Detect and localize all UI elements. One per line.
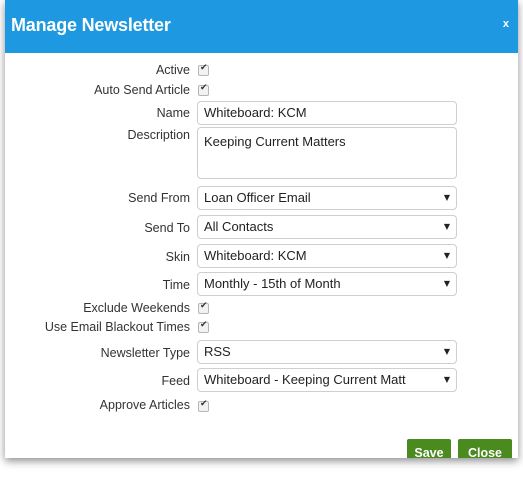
- send-from-select[interactable]: Loan Officer Email ▼: [197, 186, 457, 210]
- skin-select[interactable]: Whiteboard: KCM ▼: [197, 244, 457, 268]
- feed-select[interactable]: Whiteboard - Keeping Current Matt ▼: [197, 368, 457, 392]
- time-select[interactable]: Monthly - 15th of Month ▼: [197, 272, 457, 296]
- name-input[interactable]: Whiteboard: KCM: [197, 101, 457, 125]
- chevron-down-icon: ▼: [443, 279, 450, 288]
- skin-value: Whiteboard: KCM: [204, 248, 307, 263]
- save-button[interactable]: Save: [407, 439, 451, 458]
- exclude-weekends-checkbox[interactable]: [198, 301, 209, 314]
- chevron-down-icon: ▼: [443, 347, 450, 356]
- feed-label: Feed: [161, 374, 191, 388]
- approve-articles-label: Approve Articles: [99, 398, 190, 412]
- send-from-value: Loan Officer Email: [204, 190, 311, 205]
- chevron-down-icon: ▼: [443, 375, 450, 384]
- time-value: Monthly - 15th of Month: [204, 276, 341, 291]
- time-label: Time: [162, 278, 190, 292]
- manage-newsletter-dialog: Manage Newsletter x Active Auto Send Art…: [5, 0, 518, 458]
- send-to-value: All Contacts: [204, 219, 274, 234]
- chevron-down-icon: ▼: [443, 251, 450, 260]
- use-email-blackout-times-checkbox[interactable]: [198, 320, 209, 333]
- description-label: Description: [127, 128, 190, 142]
- skin-label: Skin: [165, 250, 190, 264]
- close-button[interactable]: Close: [458, 439, 512, 458]
- newsletter-type-select[interactable]: RSS ▼: [197, 340, 457, 364]
- newsletter-type-value: RSS: [204, 344, 231, 359]
- newsletter-type-label: Newsletter Type: [100, 346, 190, 360]
- dialog-header: Manage Newsletter x: [5, 0, 518, 53]
- auto-send-article-checkbox[interactable]: [198, 83, 209, 96]
- active-checkbox[interactable]: [198, 63, 209, 76]
- feed-value: Whiteboard - Keeping Current Matt: [204, 372, 406, 387]
- chevron-down-icon: ▼: [443, 193, 450, 202]
- approve-articles-checkbox[interactable]: [198, 399, 209, 412]
- active-label: Active: [155, 63, 190, 77]
- close-icon[interactable]: x: [503, 18, 509, 30]
- dialog-title: Manage Newsletter: [11, 15, 171, 35]
- send-to-select[interactable]: All Contacts ▼: [197, 215, 457, 239]
- use-email-blackout-times-label: Use Email Blackout Times: [44, 320, 190, 334]
- exclude-weekends-label: Exclude Weekends: [83, 301, 190, 315]
- send-from-label: Send From: [128, 191, 190, 205]
- auto-send-article-label: Auto Send Article: [94, 83, 190, 97]
- send-to-label: Send To: [144, 221, 190, 235]
- name-label: Name: [156, 106, 190, 120]
- chevron-down-icon: ▼: [443, 222, 450, 231]
- description-textarea[interactable]: Keeping Current Matters: [197, 127, 457, 179]
